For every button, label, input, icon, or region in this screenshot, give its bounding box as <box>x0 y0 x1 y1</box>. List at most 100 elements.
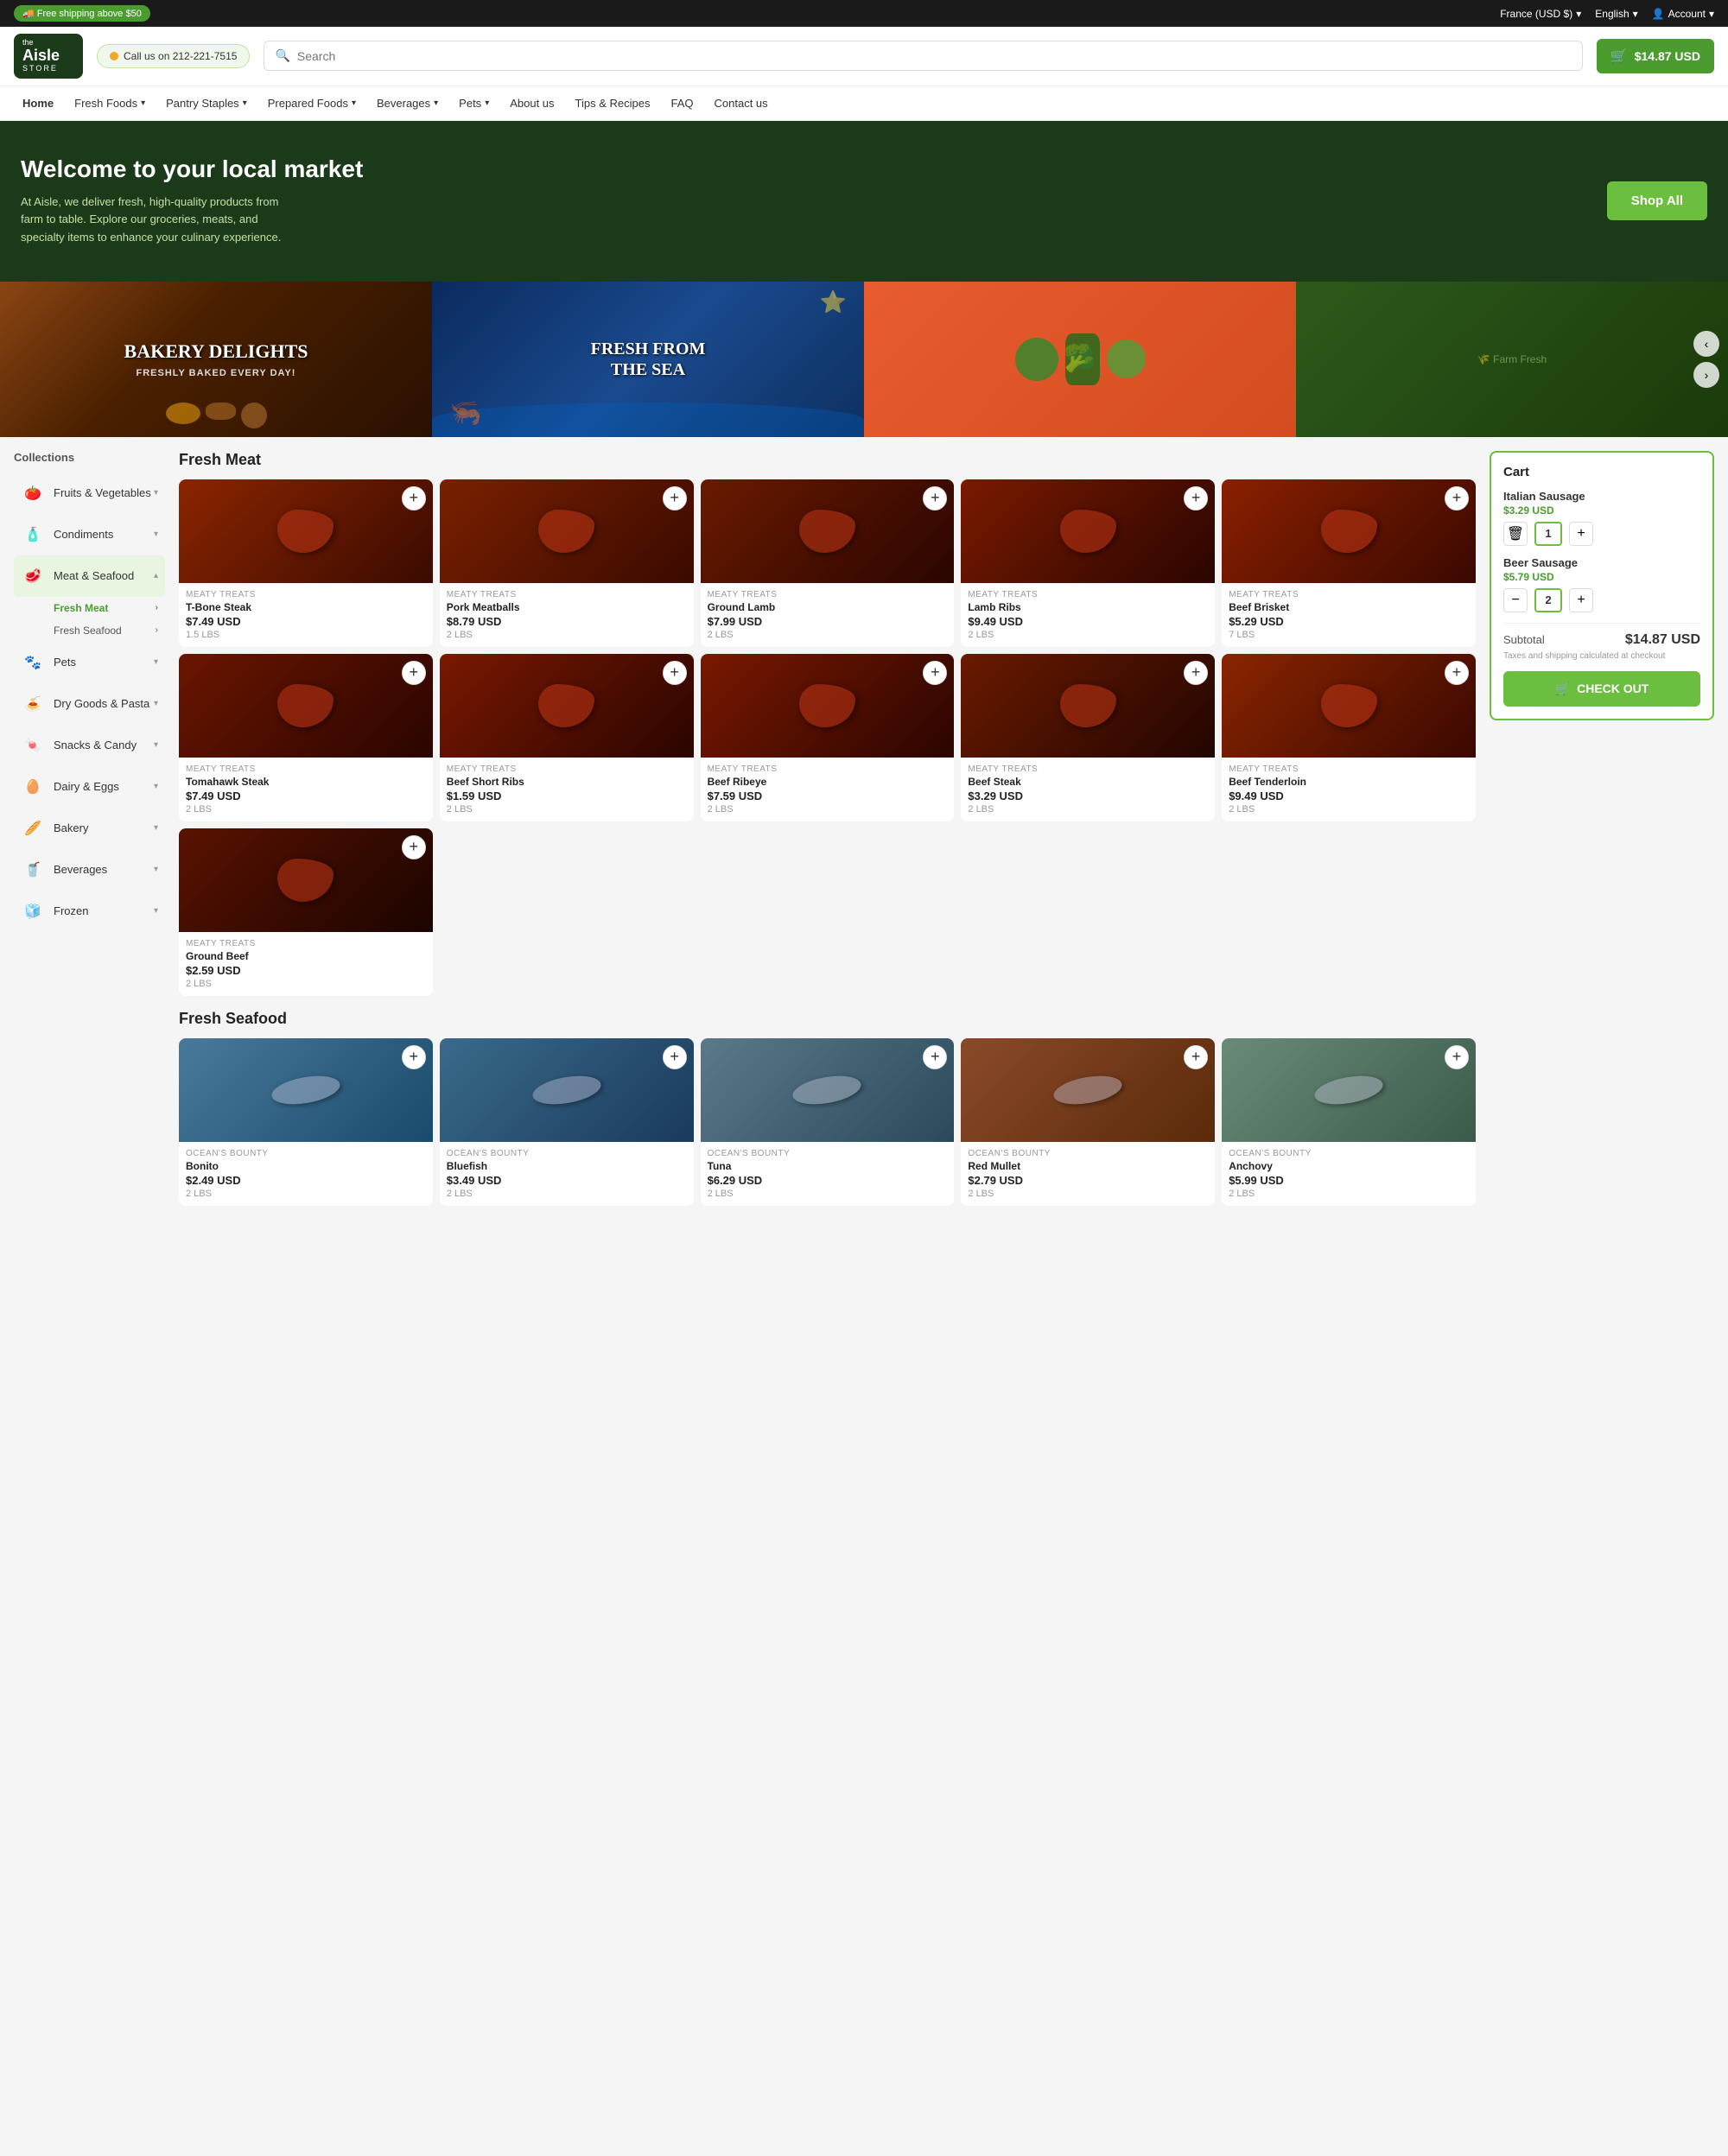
sidebar-label-snacks: Snacks & Candy <box>54 739 154 751</box>
sidebar-item-meat-seafood[interactable]: 🥩 Meat & Seafood ▴ <box>14 555 165 597</box>
product-price: $5.29 USD <box>1229 615 1469 628</box>
sidebar-item-dairy[interactable]: 🥚 Dairy & Eggs ▾ <box>14 766 165 808</box>
add-to-cart-button[interactable]: + <box>663 486 687 510</box>
add-to-cart-button[interactable]: + <box>402 486 426 510</box>
sidebar-sub-fresh-seafood[interactable]: Fresh Seafood › <box>47 619 165 642</box>
checkout-button[interactable]: 🛒 CHECK OUT <box>1503 671 1700 707</box>
header: the Aisle STORE Call us on 212-221-7515 … <box>0 27 1728 86</box>
seafood-product-card[interactable]: + OCEAN'S BOUNTY Tuna $6.29 USD 2 LBS <box>701 1038 955 1206</box>
add-to-cart-button[interactable]: + <box>1184 1045 1208 1069</box>
fresh-seafood-grid: + OCEAN'S BOUNTY Bonito $2.49 USD 2 LBS … <box>179 1038 1476 1206</box>
product-info: MEATY TREATS Beef Tenderloin $9.49 USD 2… <box>1222 758 1476 821</box>
product-weight: 2 LBS <box>186 1189 426 1199</box>
sidebar-item-frozen[interactable]: 🧊 Frozen ▾ <box>14 891 165 932</box>
nav-about-us[interactable]: About us <box>501 86 562 120</box>
sidebar-item-bakery[interactable]: 🥖 Bakery ▾ <box>14 808 165 849</box>
add-to-cart-button[interactable]: + <box>402 661 426 685</box>
chevron-down-icon: ▾ <box>352 98 356 108</box>
meat-product-card[interactable]: + MEATY TREATS Tomahawk Steak $7.49 USD … <box>179 654 433 821</box>
chevron-down-icon: ▾ <box>154 782 158 791</box>
nav-faq[interactable]: FAQ <box>662 86 702 120</box>
product-price: $2.49 USD <box>186 1174 426 1187</box>
chevron-down-icon: ▾ <box>154 699 158 708</box>
currency-selector[interactable]: France (USD $) ▾ <box>1500 8 1581 20</box>
search-input[interactable] <box>297 49 1572 63</box>
add-to-cart-button[interactable]: + <box>1184 661 1208 685</box>
sidebar-item-beverages[interactable]: 🥤 Beverages ▾ <box>14 849 165 891</box>
main-nav: Home Fresh Foods▾ Pantry Staples▾ Prepar… <box>0 86 1728 121</box>
add-to-cart-button[interactable]: + <box>923 661 947 685</box>
sidebar-label-meat: Meat & Seafood <box>54 569 154 582</box>
product-brand: MEATY TREATS <box>447 764 687 774</box>
nav-home[interactable]: Home <box>14 86 62 120</box>
add-to-cart-button[interactable]: + <box>663 661 687 685</box>
banner-seafood[interactable]: FRESH FROMTHE SEA 🦐 ⭐ <box>432 282 864 437</box>
sidebar-item-condiments[interactable]: 🧴 Condiments ▾ <box>14 514 165 555</box>
add-to-cart-button[interactable]: + <box>1445 486 1469 510</box>
meat-product-card[interactable]: + MEATY TREATS Beef Short Ribs $1.59 USD… <box>440 654 694 821</box>
seafood-product-card[interactable]: + OCEAN'S BOUNTY Anchovy $5.99 USD 2 LBS <box>1222 1038 1476 1206</box>
seafood-product-card[interactable]: + OCEAN'S BOUNTY Bonito $2.49 USD 2 LBS <box>179 1038 433 1206</box>
seafood-product-card[interactable]: + OCEAN'S BOUNTY Red Mullet $2.79 USD 2 … <box>961 1038 1215 1206</box>
banner-farm[interactable]: 🌾 Farm Fresh <box>1296 282 1728 437</box>
add-to-cart-button[interactable]: + <box>923 486 947 510</box>
seafood-product-card[interactable]: + OCEAN'S BOUNTY Bluefish $3.49 USD 2 LB… <box>440 1038 694 1206</box>
product-brand: MEATY TREATS <box>968 764 1208 774</box>
meat-product-card[interactable]: + MEATY TREATS Beef Steak $3.29 USD 2 LB… <box>961 654 1215 821</box>
meat-product-card[interactable]: + MEATY TREATS Beef Ribeye $7.59 USD 2 L… <box>701 654 955 821</box>
product-info: MEATY TREATS Ground Lamb $7.99 USD 2 LBS <box>701 583 955 647</box>
meat-product-card[interactable]: + MEATY TREATS Ground Beef $2.59 USD 2 L… <box>179 828 433 996</box>
add-to-cart-button[interactable]: + <box>1445 661 1469 685</box>
meat-product-card[interactable]: + MEATY TREATS Lamb Ribs $9.49 USD 2 LBS <box>961 479 1215 647</box>
increase-qty-button[interactable]: + <box>1569 522 1593 546</box>
add-to-cart-button[interactable]: + <box>402 835 426 859</box>
account-menu[interactable]: 👤 Account ▾ <box>1652 8 1714 20</box>
sidebar-item-pets[interactable]: 🐾 Pets ▾ <box>14 642 165 683</box>
banner-next-button[interactable]: › <box>1693 362 1719 388</box>
banner-seafood-title: FRESH FROMTHE SEA <box>591 339 706 380</box>
cart-button[interactable]: 🛒 $14.87 USD <box>1597 39 1714 73</box>
meat-product-card[interactable]: + MEATY TREATS Beef Tenderloin $9.49 USD… <box>1222 654 1476 821</box>
product-price: $9.49 USD <box>1229 789 1469 802</box>
nav-pantry-staples[interactable]: Pantry Staples▾ <box>157 86 256 120</box>
product-info: OCEAN'S BOUNTY Tuna $6.29 USD 2 LBS <box>701 1142 955 1206</box>
add-to-cart-button[interactable]: + <box>1184 486 1208 510</box>
logo[interactable]: the Aisle STORE <box>14 34 83 79</box>
banner-veggies[interactable]: 🥦 <box>864 282 1296 437</box>
nav-fresh-foods[interactable]: Fresh Foods▾ <box>66 86 154 120</box>
banner-bakery[interactable]: BAKERY DELIGHTS FRESHLY BAKED EVERY DAY! <box>0 282 432 437</box>
meat-product-card[interactable]: + MEATY TREATS Pork Meatballs $8.79 USD … <box>440 479 694 647</box>
nav-tips-recipes[interactable]: Tips & Recipes <box>567 86 659 120</box>
add-to-cart-button[interactable]: + <box>402 1045 426 1069</box>
nav-prepared-foods[interactable]: Prepared Foods▾ <box>259 86 365 120</box>
meat-product-card[interactable]: + MEATY TREATS T-Bone Steak $7.49 USD 1.… <box>179 479 433 647</box>
nav-beverages[interactable]: Beverages▾ <box>368 86 447 120</box>
search-bar[interactable]: 🔍 <box>264 41 1582 71</box>
language-selector[interactable]: English ▾ <box>1595 8 1637 20</box>
sidebar-item-dry-goods[interactable]: 🍝 Dry Goods & Pasta ▾ <box>14 683 165 725</box>
add-to-cart-button[interactable]: + <box>1445 1045 1469 1069</box>
cart-item-price: $5.79 USD <box>1503 571 1700 583</box>
meat-product-card[interactable]: + MEATY TREATS Ground Lamb $7.99 USD 2 L… <box>701 479 955 647</box>
nav-contact[interactable]: Contact us <box>706 86 777 120</box>
add-to-cart-button[interactable]: + <box>923 1045 947 1069</box>
shop-all-button[interactable]: Shop All <box>1607 181 1707 220</box>
sidebar-item-fruits[interactable]: 🍅 Fruits & Vegetables ▾ <box>14 472 165 514</box>
cart-title: Cart <box>1503 465 1700 479</box>
cart-icon: 🛒 <box>1610 48 1628 65</box>
add-to-cart-button[interactable]: + <box>663 1045 687 1069</box>
banner-prev-button[interactable]: ‹ <box>1693 331 1719 357</box>
product-brand: MEATY TREATS <box>447 590 687 599</box>
product-brand: MEATY TREATS <box>186 939 426 948</box>
dairy-icon: 🥚 <box>21 775 45 799</box>
sidebar-sub-fresh-meat[interactable]: Fresh Meat › <box>47 597 165 619</box>
remove-item-button[interactable]: 🗑 <box>1503 522 1528 546</box>
increase-qty-button[interactable]: + <box>1569 588 1593 612</box>
meat-product-card[interactable]: + MEATY TREATS Beef Brisket $5.29 USD 7 … <box>1222 479 1476 647</box>
chevron-down-icon: ▾ <box>154 529 158 539</box>
product-price: $9.49 USD <box>968 615 1208 628</box>
decrease-qty-button[interactable]: − <box>1503 588 1528 612</box>
product-brand: MEATY TREATS <box>186 590 426 599</box>
sidebar-item-snacks[interactable]: 🍬 Snacks & Candy ▾ <box>14 725 165 766</box>
nav-pets[interactable]: Pets▾ <box>450 86 498 120</box>
